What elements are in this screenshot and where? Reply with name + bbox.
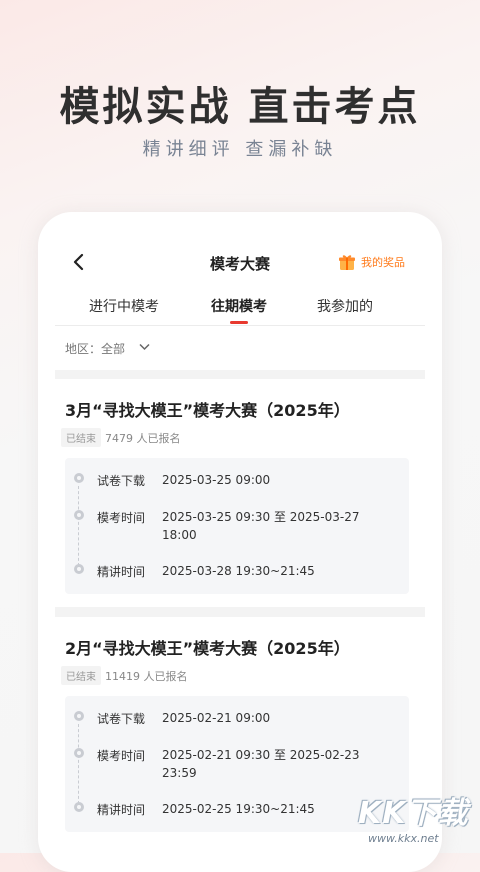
- exam-title: 2月“寻找大模王”模考大赛（2025年）: [65, 639, 350, 658]
- timeline-dot: [74, 802, 84, 812]
- timeline-connector: [78, 486, 79, 566]
- signup-count: 11419 人已报名: [105, 670, 188, 683]
- timeline-value: 2025-03-28 19:30~21:45: [162, 564, 315, 578]
- exam-title: 3月“寻找大模王”模考大赛（2025年）: [65, 401, 350, 420]
- timeline-label: 精讲时间: [97, 565, 146, 579]
- signup-count: 7479 人已报名: [105, 432, 181, 445]
- schedule-timeline: 试卷下载 2025-03-25 09:00 模考时间 2025-03-25 09…: [65, 458, 409, 594]
- timeline-label: 试卷下载: [97, 712, 146, 726]
- timeline-label: 模考时间: [97, 511, 146, 525]
- status-badge: 已结束: [61, 666, 101, 685]
- timeline-dot: [74, 748, 84, 758]
- my-prizes-label: 我的奖品: [361, 256, 405, 269]
- tab-past[interactable]: 往期模考: [211, 296, 267, 316]
- tab-ongoing[interactable]: 进行中模考: [89, 296, 159, 316]
- tab-bar: 进行中模考 往期模考 我参加的: [55, 292, 425, 326]
- watermark-text: KK下载: [358, 796, 469, 831]
- chevron-down-icon: [139, 343, 150, 351]
- timeline-dot: [74, 564, 84, 574]
- timeline-value: 2025-02-21 09:00: [162, 711, 271, 725]
- app-screen: 模考大赛 我的奖品 进行中模考 往期模考 我参加的 地区：全部 3月“寻找大模王…: [55, 232, 425, 853]
- exam-card[interactable]: 3月“寻找大模王”模考大赛（2025年） 已结束 7479 人已报名 试卷下载 …: [55, 379, 425, 607]
- navbar: 模考大赛 我的奖品: [55, 232, 425, 292]
- hero-title: 模拟实战 直击考点: [59, 83, 421, 130]
- tab-joined[interactable]: 我参加的: [317, 296, 373, 316]
- status-badge: 已结束: [61, 428, 101, 447]
- hero-subtitle: 精讲细评 查漏补缺: [142, 139, 338, 160]
- timeline-dot: [74, 473, 84, 483]
- timeline-label: 精讲时间: [97, 803, 146, 817]
- watermark-logo: KK下载 www.kkx.net: [358, 788, 478, 848]
- gift-icon: [339, 255, 355, 270]
- timeline-value: 2025-03-25 09:30 至 2025-03-27 18:00: [162, 510, 360, 542]
- watermark-url: www.kkx.net: [368, 832, 439, 845]
- timeline-dot: [74, 510, 84, 520]
- timeline-label: 模考时间: [97, 749, 146, 763]
- timeline-value: 2025-02-21 09:30 至 2025-02-23 23:59: [162, 748, 360, 780]
- timeline-dot: [74, 711, 84, 721]
- timeline-value: 2025-02-25 19:30~21:45: [162, 802, 315, 816]
- region-filter-label: 地区：全部: [65, 342, 126, 356]
- active-tab-indicator: [230, 321, 248, 324]
- timeline-connector: [78, 724, 79, 804]
- region-filter[interactable]: 地区：全部: [55, 326, 425, 370]
- timeline-value: 2025-03-25 09:00: [162, 473, 271, 487]
- timeline-label: 试卷下载: [97, 474, 146, 488]
- my-prizes-button[interactable]: 我的奖品: [338, 253, 405, 271]
